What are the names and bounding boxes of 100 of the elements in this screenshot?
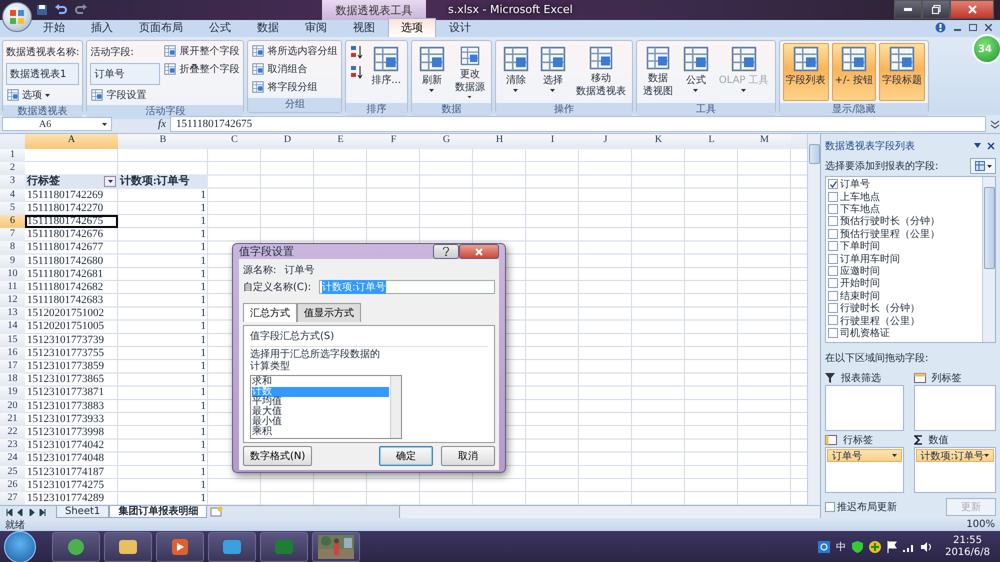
ribbon-button[interactable]: 选项 <box>6 87 80 103</box>
drop-area[interactable]: 订单号 <box>825 447 904 493</box>
row-header[interactable]: 21 <box>0 412 25 426</box>
field-chip[interactable]: 订单号 <box>827 449 902 462</box>
row-header[interactable]: 11 <box>0 280 25 294</box>
vertical-scrollbar[interactable] <box>982 177 995 342</box>
pane-menu-icon[interactable] <box>974 142 996 150</box>
ribbon-tab[interactable]: 开始 <box>30 18 78 37</box>
checkbox[interactable] <box>828 290 838 301</box>
sheet-tab[interactable]: 集团订单报表明细 <box>109 506 208 518</box>
row-header[interactable]: 7 <box>0 228 25 242</box>
signal-icon[interactable] <box>903 542 916 552</box>
insert-sheet-icon[interactable] <box>210 506 224 518</box>
taskbar-app[interactable] <box>156 532 204 562</box>
list-item[interactable]: 最小值 <box>252 417 389 427</box>
field-chip[interactable]: 计数项:订单号 <box>916 449 994 462</box>
help-icon[interactable] <box>935 22 946 33</box>
row-header[interactable]: 15 <box>0 334 25 347</box>
sheet-tab[interactable]: Sheet1 <box>56 506 110 518</box>
function-icon[interactable]: fx <box>116 118 166 130</box>
list-item[interactable]: 乘积 <box>252 427 389 437</box>
ribbon-tab[interactable]: 选项 <box>388 18 436 37</box>
taskbar-app[interactable] <box>52 532 100 562</box>
ribbon-button[interactable]: 排序... <box>368 43 404 101</box>
checkbox[interactable] <box>828 303 838 314</box>
row-header[interactable]: 17 <box>0 360 25 374</box>
office-button[interactable] <box>2 2 32 32</box>
plus-icon[interactable] <box>869 541 882 553</box>
list-item[interactable]: 最大值 <box>252 407 389 417</box>
taskbar-app[interactable] <box>208 532 256 562</box>
row-header[interactable]: 23 <box>0 439 25 452</box>
checkbox[interactable] <box>828 179 838 190</box>
ribbon-button[interactable]: 刷新 <box>414 43 449 101</box>
row-header[interactable]: 25 <box>0 466 25 479</box>
redo-icon[interactable] <box>74 4 88 16</box>
ribbon-tab[interactable]: 设计 <box>436 18 484 37</box>
ribbon-button[interactable]: 将所选内容分组 <box>251 43 338 59</box>
restore-icon[interactable] <box>969 24 977 31</box>
ribbon-button[interactable]: 选择 <box>536 43 570 101</box>
row-header[interactable]: 24 <box>0 452 25 466</box>
column-header[interactable]: A <box>25 134 118 149</box>
drop-area[interactable]: 计数项:订单号 <box>914 447 996 493</box>
ribbon-tab[interactable]: 数据 <box>244 18 292 37</box>
horizontal-scrollbar[interactable] <box>399 506 820 518</box>
row-header[interactable]: 10 <box>0 268 25 281</box>
help-button[interactable] <box>433 244 459 259</box>
filter-dropdown-button[interactable] <box>104 176 116 188</box>
row-header[interactable]: 27 <box>0 492 25 506</box>
list-item[interactable]: 求和 <box>252 377 389 387</box>
row-header[interactable]: 3 <box>0 175 25 189</box>
row-header[interactable]: 18 <box>0 373 25 386</box>
row-header[interactable]: 22 <box>0 426 25 440</box>
speaker-icon[interactable] <box>921 542 934 552</box>
search-icon[interactable] <box>818 541 830 553</box>
ribbon-button[interactable]: 移动 数据透视表 <box>572 43 629 101</box>
ribbon-button[interactable]: 更改 数据源 <box>452 43 488 101</box>
row-header[interactable]: 26 <box>0 478 25 492</box>
checkbox[interactable] <box>828 278 838 288</box>
checkbox[interactable] <box>828 228 838 239</box>
clock-time[interactable]: 21:55 <box>953 535 982 547</box>
row-header[interactable]: 12 <box>0 294 25 308</box>
sort-button[interactable] <box>349 63 366 81</box>
row-header[interactable]: 1 <box>0 149 25 162</box>
dialog-tab[interactable]: 汇总方式 <box>243 303 297 322</box>
checkbox[interactable] <box>828 241 838 252</box>
ribbon-button[interactable]: 字段列表 <box>782 43 829 101</box>
ribbon-button[interactable]: 展开整个字段 <box>163 43 240 59</box>
input-method-indicator[interactable]: 中 <box>836 540 846 554</box>
checkbox[interactable] <box>828 192 838 202</box>
flag-icon[interactable] <box>887 541 898 553</box>
ribbon-button[interactable]: 数据 透视图 <box>640 43 676 101</box>
checkbox[interactable] <box>828 204 838 214</box>
ribbon-button[interactable]: 取消组合 <box>251 61 338 77</box>
ribbon-tab[interactable]: 视图 <box>340 18 388 37</box>
close-button[interactable] <box>950 0 994 19</box>
dialog-tab[interactable]: 值显示方式 <box>297 303 361 322</box>
clock-date[interactable]: 2016/6/8 <box>945 547 990 559</box>
ribbon-button[interactable]: 字段设置 <box>90 87 160 103</box>
formula-field[interactable]: 15111801742675 <box>170 116 986 132</box>
ribbon-tab[interactable]: 插入 <box>78 18 126 37</box>
checkbox[interactable] <box>828 328 838 338</box>
row-header[interactable]: 13 <box>0 307 25 320</box>
row-header[interactable]: 19 <box>0 386 25 400</box>
expand-icon[interactable] <box>990 119 1000 129</box>
text-field[interactable]: 订单号 <box>90 63 160 85</box>
close-icon[interactable] <box>985 24 992 31</box>
ribbon-button[interactable]: 清除 <box>498 43 533 101</box>
ribbon-button[interactable]: 折叠整个字段 <box>163 61 240 77</box>
ribbon-tab[interactable]: 页面布局 <box>126 18 196 37</box>
restore-button[interactable] <box>922 0 950 19</box>
dialog-button[interactable]: 取消 <box>441 446 495 466</box>
undo-icon[interactable] <box>54 4 68 16</box>
vertical-scrollbar[interactable] <box>807 134 820 506</box>
sort-button[interactable] <box>349 43 366 61</box>
checkbox[interactable] <box>828 216 838 226</box>
ribbon-button[interactable]: 字段标题 <box>879 43 926 101</box>
row-header[interactable]: 5 <box>0 202 25 215</box>
row-header[interactable]: 9 <box>0 254 25 268</box>
row-header[interactable]: 2 <box>0 162 25 176</box>
checkbox[interactable] <box>828 254 838 264</box>
